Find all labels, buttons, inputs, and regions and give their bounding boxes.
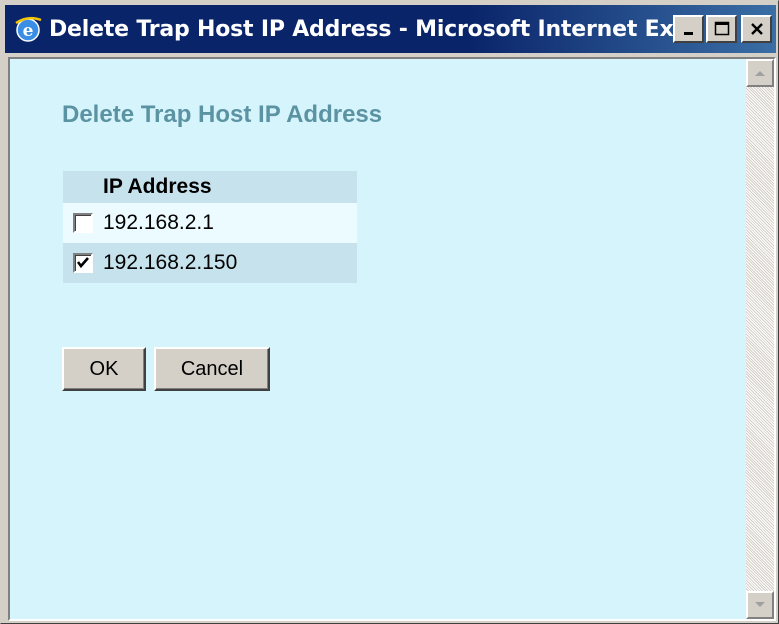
window-title: Delete Trap Host IP Address - Microsoft … xyxy=(49,16,673,42)
table-row-cell: 192.168.2.1 xyxy=(63,203,357,243)
browser-content-area: Delete Trap Host IP Address IP Address 1… xyxy=(8,57,776,621)
maximize-button[interactable] xyxy=(706,15,737,43)
table-header-ip-address: IP Address xyxy=(63,171,357,203)
ok-button[interactable]: OK xyxy=(62,347,146,391)
page-content: Delete Trap Host IP Address IP Address 1… xyxy=(10,59,748,619)
browser-window: e Delete Trap Host IP Address - Microsof… xyxy=(0,0,779,624)
table-row: 192.168.2.150 xyxy=(63,243,357,283)
window-controls xyxy=(673,15,772,43)
row-checkbox[interactable] xyxy=(73,213,93,234)
ip-address-value: 192.168.2.150 xyxy=(103,251,238,274)
ip-address-value: 192.168.2.1 xyxy=(103,211,214,234)
maximize-icon xyxy=(714,21,729,36)
close-button[interactable] xyxy=(741,15,772,43)
minimize-button[interactable] xyxy=(673,15,704,43)
table-row-cell: 192.168.2.150 xyxy=(63,243,357,283)
close-icon xyxy=(750,23,763,35)
minimize-icon xyxy=(683,32,693,35)
arrow-up-icon xyxy=(755,71,765,76)
title-bar[interactable]: e Delete Trap Host IP Address - Microsof… xyxy=(5,5,776,53)
row-checkbox-checked[interactable] xyxy=(73,253,93,274)
cancel-button[interactable]: Cancel xyxy=(154,347,270,391)
page-title: Delete Trap Host IP Address xyxy=(62,101,383,128)
table-row: 192.168.2.1 xyxy=(63,203,357,243)
scroll-down-button[interactable] xyxy=(746,591,774,619)
arrow-down-icon xyxy=(755,602,765,607)
scroll-up-button[interactable] xyxy=(746,59,774,87)
checkmark-icon xyxy=(76,257,89,269)
ip-address-table: IP Address 192.168.2.1 192.168.2.150 xyxy=(63,171,357,283)
action-buttons: OK Cancel xyxy=(62,347,270,391)
svg-text:e: e xyxy=(23,21,34,41)
vertical-scrollbar[interactable] xyxy=(746,59,774,619)
internet-explorer-icon: e xyxy=(15,16,42,42)
